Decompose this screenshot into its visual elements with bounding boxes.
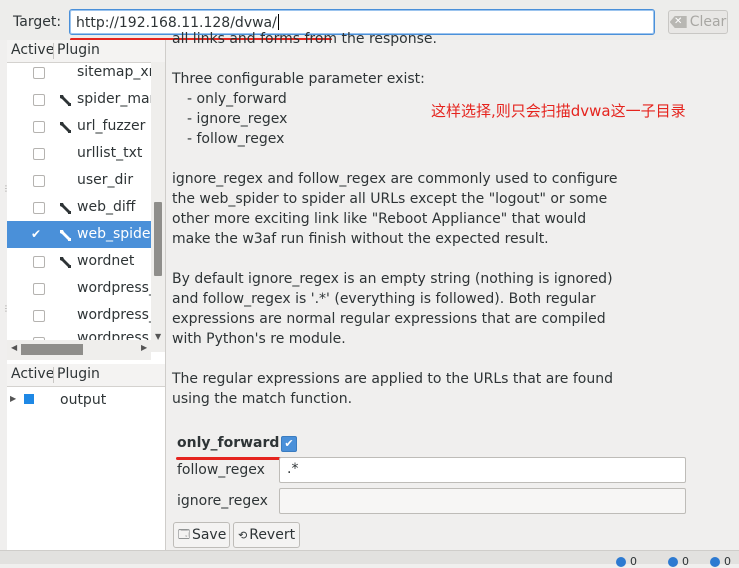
save-button-label: Save xyxy=(191,527,227,543)
status-error-count: 0 xyxy=(724,555,731,568)
save-button[interactable]: 🗔 Save xyxy=(173,522,230,548)
description-intro: Three configurable parameter exist: xyxy=(172,71,425,87)
follow-regex-input[interactable]: .* xyxy=(279,457,686,483)
plugin-name: spider_man xyxy=(77,91,151,107)
description-paragraph-2: ignore_regex and follow_regex are common… xyxy=(172,171,618,247)
plugin-name: user_dir xyxy=(77,172,134,188)
status-warning: 0 xyxy=(668,555,689,568)
plugin-row[interactable]: sitemap_xml xyxy=(7,59,151,86)
status-warning-count: 0 xyxy=(682,555,689,568)
follow-regex-label: follow_regex xyxy=(177,462,265,478)
scroll-right-arrow-icon[interactable]: ▶ xyxy=(141,343,147,352)
target-label: Target: xyxy=(13,14,62,30)
plugin-list-hscrollbar[interactable]: ◀ ▶ xyxy=(7,340,151,360)
status-info: 0 xyxy=(616,555,637,568)
backspace-icon: ✕ xyxy=(669,16,687,28)
plugin-row[interactable]: ✔ web_spider xyxy=(7,221,151,248)
status-info-count: 0 xyxy=(630,555,637,568)
plugin-list-panel: Active Plugin sitemap_xml spider_man url_f… xyxy=(7,40,166,550)
ignore-regex-input[interactable] xyxy=(279,488,686,514)
wrench-icon xyxy=(60,257,71,268)
revert-button-label: Revert xyxy=(249,527,296,543)
annotation-note: 这样选择,则只会扫描dvwa这一子目录 xyxy=(431,102,686,120)
output-column-plugin-header[interactable]: Plugin xyxy=(57,366,100,382)
hscroll-thumb[interactable] xyxy=(21,344,83,355)
pane-handle[interactable]: ⋮ ⋮ xyxy=(0,40,10,550)
ignore-regex-label: ignore_regex xyxy=(177,493,268,509)
revert-icon: ⟲ xyxy=(238,528,248,542)
plugin-active-checkbox[interactable] xyxy=(33,67,45,79)
plugin-name: wordpress_ xyxy=(77,307,151,323)
description-paragraph-4: The regular expressions are applied to t… xyxy=(172,371,613,407)
plugin-active-checkbox[interactable] xyxy=(33,256,45,268)
plugin-list-vscrollbar[interactable]: ▼ xyxy=(151,62,165,352)
wrench-icon xyxy=(60,203,71,214)
plugin-description: all links and forms from the response. T… xyxy=(172,31,692,409)
wrench-icon xyxy=(60,95,71,106)
info-icon xyxy=(616,556,626,567)
description-paragraph-3: By default ignore_regex is an empty stri… xyxy=(172,271,613,347)
status-error: 0 xyxy=(710,555,731,568)
only-forward-label: only_forward xyxy=(177,435,280,451)
plugin-row[interactable]: spider_man xyxy=(7,86,151,113)
column-active-header[interactable]: Active xyxy=(11,42,54,58)
plugin-name: wordpress_ xyxy=(77,280,151,296)
plugin-name: wordpress_ xyxy=(77,330,151,340)
expand-arrow-icon[interactable]: ▶ xyxy=(10,394,16,403)
plugin-row[interactable]: wordnet xyxy=(7,248,151,275)
output-list-header: Active Plugin xyxy=(7,364,165,387)
output-plugin-name: output xyxy=(60,392,107,408)
plugin-row[interactable]: web_diff xyxy=(7,194,151,221)
wrench-icon xyxy=(60,230,71,241)
plugin-name: urllist_txt xyxy=(77,145,143,161)
output-active-checkbox[interactable] xyxy=(24,394,34,404)
plugin-active-checkbox[interactable] xyxy=(33,121,45,133)
error-icon xyxy=(710,556,720,567)
wrench-icon xyxy=(60,122,71,133)
plugin-name: web_spider xyxy=(77,226,151,242)
plugin-name: wordnet xyxy=(77,253,135,269)
description-item-follow-regex: - follow_regex xyxy=(187,131,285,147)
revert-button[interactable]: ⟲ Revert xyxy=(233,522,300,548)
plugin-active-checkbox[interactable] xyxy=(33,283,45,295)
warning-icon xyxy=(668,556,678,567)
vscroll-thumb[interactable] xyxy=(154,202,162,276)
column-plugin-header[interactable]: Plugin xyxy=(57,42,100,58)
plugin-row[interactable]: url_fuzzer xyxy=(7,113,151,140)
plugin-row[interactable]: wordpress_ xyxy=(7,302,151,329)
follow-regex-value: .* xyxy=(287,461,299,477)
plugin-active-checkbox[interactable] xyxy=(33,148,45,160)
output-plugin-row[interactable]: ▶ output xyxy=(7,388,165,412)
output-column-active-header[interactable]: Active xyxy=(11,366,54,382)
plugin-name: web_diff xyxy=(77,199,136,215)
plugin-active-checkbox[interactable] xyxy=(33,175,45,187)
only-forward-checkbox[interactable]: ✔ xyxy=(281,436,297,452)
plugin-name: sitemap_xml xyxy=(77,64,151,80)
scroll-down-arrow-icon[interactable]: ▼ xyxy=(155,332,161,341)
save-icon: 🗔 xyxy=(178,527,190,541)
plugin-active-checkbox[interactable] xyxy=(33,202,45,214)
clear-button-label: Clear xyxy=(689,14,727,30)
plugin-config-panel: all links and forms from the response. T… xyxy=(166,31,739,550)
description-partial-line: all links and forms from the response. xyxy=(172,31,437,47)
scroll-left-arrow-icon[interactable]: ◀ xyxy=(11,343,17,352)
status-bar: 0 0 0 xyxy=(0,550,739,568)
plugin-row[interactable]: wordpress_ xyxy=(7,275,151,302)
plugin-name: url_fuzzer xyxy=(77,118,146,134)
plugin-row[interactable]: wordpress_ xyxy=(7,329,151,340)
plugin-row[interactable]: user_dir xyxy=(7,167,151,194)
plugin-active-checkbox[interactable]: ✔ xyxy=(31,228,41,240)
plugin-active-checkbox[interactable] xyxy=(33,94,45,106)
plugin-row[interactable]: urllist_txt xyxy=(7,140,151,167)
plugin-active-checkbox[interactable] xyxy=(33,310,45,322)
